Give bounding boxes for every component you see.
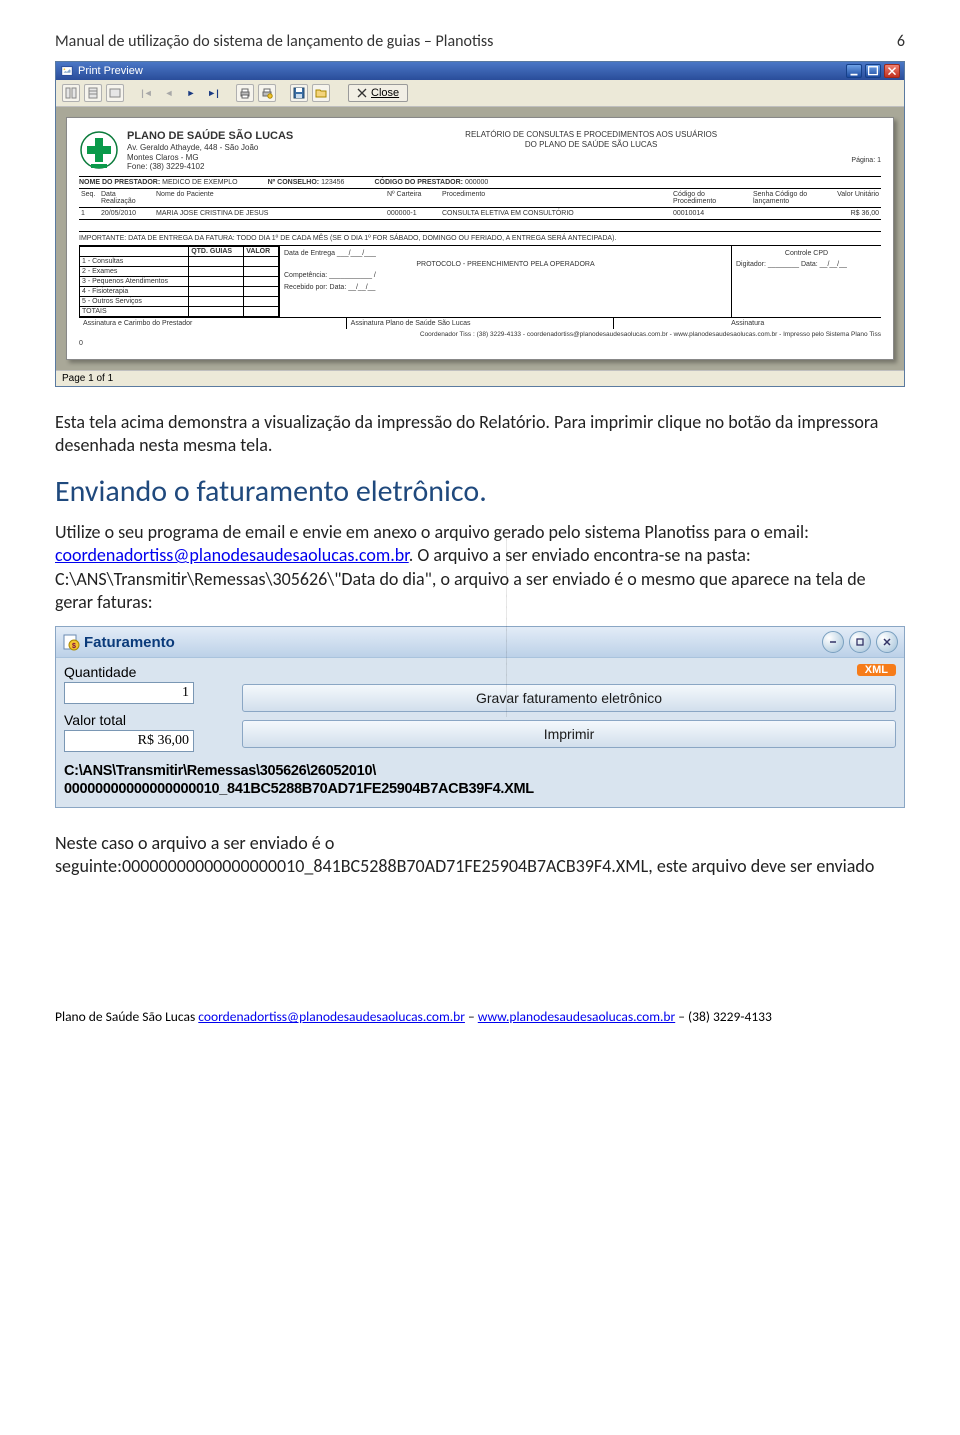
prestador-row: NOME DO PRESTADOR: MEDICO DE EXEMPLO Nº … [79,177,881,189]
faturamento-icon: $ [62,633,80,651]
maximize-button[interactable] [849,631,871,653]
body-text: Esta tela acima demonstra a visualização… [55,411,905,614]
print-icon[interactable] [236,84,254,102]
summary-grid: QTD. GUIASVALOR 1 - Consultas 2 - Exames… [79,246,881,317]
open-icon[interactable] [312,84,330,102]
close-preview-button[interactable]: Close [348,84,408,102]
paragraph-1: Esta tela acima demonstra a visualização… [55,411,905,458]
minimize-button[interactable] [822,631,844,653]
maximize-button[interactable] [865,64,881,78]
zoom-fit-icon[interactable] [62,84,80,102]
faturamento-titlebar[interactable]: $ Faturamento [56,627,904,657]
doc-footer: Plano de Saúde São Lucas coordenadortiss… [55,1008,905,1025]
first-page-icon[interactable]: |◄ [138,84,156,102]
close-icon [357,88,367,98]
svg-text:$: $ [72,643,76,650]
print-setup-icon[interactable] [258,84,276,102]
page-number: 6 [897,32,905,51]
footer-email-link[interactable]: coordenadortiss@planodesaudesaolucas.com… [198,1008,465,1025]
quantidade-label: Quantidade [64,664,224,680]
valor-total-label: Valor total [64,712,224,728]
zoom-width-icon[interactable] [106,84,124,102]
preview-icon [60,64,74,78]
report-table-row: 1 20/05/2010 MARIA JOSE CRISTINA DE JESU… [79,208,881,220]
close-window-button[interactable] [884,64,900,78]
logo-icon [79,130,119,170]
prev-page-icon[interactable]: ◄ [160,84,178,102]
paragraph-3: Neste caso o arquivo a ser enviado é o s… [55,832,905,879]
email-link[interactable]: coordenadortiss@planodesaudesaolucas.com… [55,544,409,566]
file-path-label: C:\ANS\Transmitir\Remessas\305626\260520… [56,760,904,806]
paragraph-2: Utilize o seu programa de email e envie … [55,521,905,615]
minimize-button[interactable] [846,64,862,78]
valor-total-input[interactable] [64,730,194,752]
print-preview-toolbar: |◄ ◄ ► ►| Close [56,80,904,107]
footer-site-link[interactable]: www.planodesaudesaolucas.com.br [478,1008,675,1025]
faturamento-window: $ Faturamento Quantidade Valor total XML… [55,626,905,807]
save-icon[interactable] [290,84,308,102]
print-preview-window: Print Preview |◄ ◄ ► ►| Close [55,61,905,387]
close-button[interactable] [876,631,898,653]
window-title: Print Preview [78,65,143,77]
print-preview-titlebar[interactable]: Print Preview [56,62,904,80]
report-table-header: Seq. Data Realização Nome do Paciente Nº… [79,189,881,208]
status-bar: Page 1 of 1 [56,370,904,386]
importante-bar: IMPORTANTE: DATA DE ENTREGA DA FATURA: T… [79,232,881,246]
zoom-100-icon[interactable] [84,84,102,102]
next-page-icon[interactable]: ► [182,84,200,102]
xml-badge: XML [857,664,896,676]
report-sheet: PLANO DE SAÚDE SÃO LUCAS Av. Geraldo Ath… [66,117,894,360]
doc-title: Manual de utilização do sistema de lança… [55,32,493,51]
doc-header: Manual de utilização do sistema de lança… [55,32,905,51]
gravar-faturamento-button[interactable]: Gravar faturamento eletrônico [242,684,896,712]
imprimir-button[interactable]: Imprimir [242,720,896,748]
last-page-icon[interactable]: ►| [204,84,222,102]
quantidade-input[interactable] [64,682,194,704]
heading-enviando: Enviando o faturamento eletrônico. [55,472,905,511]
